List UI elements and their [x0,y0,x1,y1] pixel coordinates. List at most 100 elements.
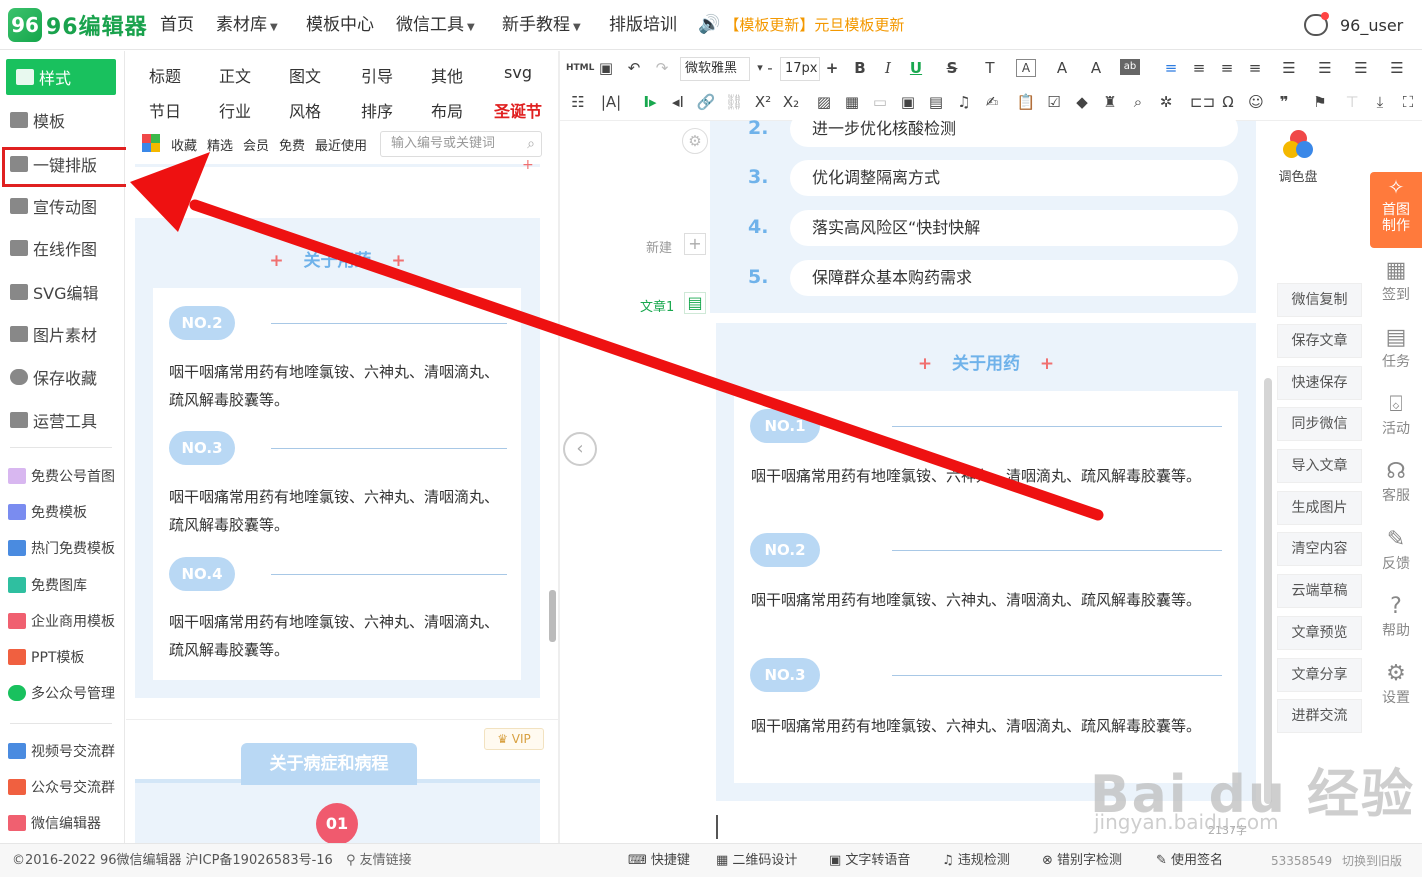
sidebar-item-svg[interactable]: SVG编辑 [0,274,125,310]
sidebar-link-multi-account[interactable]: 多公众号管理 [0,678,125,708]
list-icon[interactable]: ☰ [1386,57,1408,79]
gear-icon[interactable]: ⚙ [682,128,708,154]
underline-icon[interactable]: U [906,57,926,79]
italic-icon[interactable]: I [878,57,898,79]
sidebar-item-online-design[interactable]: 在线作图 [0,230,125,266]
activity-button[interactable]: ⌺ 活动 [1370,392,1422,438]
subtab-member[interactable]: 会员 [243,135,269,154]
emoji-icon[interactable]: ☺ [1246,91,1266,113]
paragraph-spacing-icon[interactable]: ☰ [1314,57,1336,79]
wechat-copy-button[interactable]: 微信复制 [1277,283,1362,317]
footer-qrcode[interactable]: ▦ 二维码设计 [716,844,797,877]
category-layout[interactable]: 布局 [412,98,482,122]
download-icon[interactable]: ⤓ [1370,91,1390,113]
align-center-icon[interactable]: ≡ [1188,57,1210,79]
sidebar-link-business[interactable]: 企业商用模板 [0,606,125,636]
strikethrough-icon[interactable]: S [942,57,962,79]
indent-icon[interactable]: ☰ [1350,57,1372,79]
font-family-select[interactable]: 微软雅黑 [680,57,750,81]
font-color-icon[interactable]: A [1052,57,1072,79]
letter-spacing-icon[interactable]: |A| [598,91,624,113]
category-festival[interactable]: 节日 [130,98,200,122]
align-justify-icon[interactable]: ≡ [1244,57,1266,79]
nav-training[interactable]: 排版培训 [609,0,677,50]
quote-icon[interactable]: ❞ [1274,91,1294,113]
align-top-icon[interactable]: ⊤ [1342,91,1362,113]
editor-scrollbar[interactable] [1264,378,1272,804]
font-increase-button[interactable]: + [822,57,842,79]
font-decrease-button[interactable]: - [762,57,778,79]
sidebar-group-video[interactable]: 视频号交流群 [0,736,125,766]
subtab-featured[interactable]: 精选 [207,135,233,154]
font-size-select[interactable]: 17px [780,57,820,81]
help-button[interactable]: ? 帮助 [1370,594,1422,640]
cloud-draft-button[interactable]: 云端草稿 [1277,574,1362,608]
sidebar-link-hot-template[interactable]: 热门免费模板 [0,533,125,563]
nav-wechat-tools[interactable]: 微信工具 ▼ [396,0,475,50]
format-brush-icon[interactable]: ♜ [1100,91,1120,113]
sidebar-group-official[interactable]: 公众号交流群 [0,772,125,802]
align-right-icon[interactable]: ≡ [1216,57,1238,79]
generate-image-button[interactable]: 生成图片 [1277,491,1362,525]
sidebar-item-template[interactable]: 模板 [0,102,125,138]
nav-templates[interactable]: 模板中心 [306,0,374,50]
message-icon[interactable] [1304,12,1329,36]
fullscreen-icon[interactable]: ⛶ [1398,91,1418,113]
subtab-favorites[interactable]: 收藏 [171,135,197,154]
sidebar-link-free-template[interactable]: 免费模板 [0,497,125,527]
align-left-icon[interactable]: ≡ [1160,57,1182,79]
undo-icon[interactable]: ↶ [622,57,646,79]
category-body[interactable]: 正文 [200,63,270,87]
subtab-recent[interactable]: 最近使用 [315,135,367,154]
friend-link[interactable]: ⚲ 友情链接 [346,844,412,877]
category-guide[interactable]: 引导 [342,63,412,87]
table-icon[interactable]: ▦ [842,91,862,113]
sidebar-item-favorites[interactable]: 保存收藏 [0,359,125,395]
editor-list-block[interactable]: 2. 进一步优化核酸检测 3. 优化调整隔离方式 4. 落实高风险区“快封快解 … [710,111,1256,313]
redo-icon[interactable]: ↷ [650,57,674,79]
line-height-icon[interactable]: ☰ [1278,57,1300,79]
sidebar-link-cover[interactable]: 免费公号首图 [0,461,125,491]
panel-scrollbar[interactable] [549,590,556,642]
search-input[interactable]: 输入编号或关键词 ⌕ [380,131,542,157]
template-card[interactable]: + 关于用药 + NO.2 咽干咽痛常用药有地喹氯铵、六神丸、清咽滴丸、疏风解毒… [135,218,540,698]
eraser-icon[interactable]: ◆ [1072,91,1092,113]
service-button[interactable]: ☊ 客服 [1370,459,1422,505]
sidebar-link-ppt[interactable]: PPT模板 [0,642,125,672]
task-button[interactable]: ▤ 任务 [1370,325,1422,371]
new-article-button[interactable]: + [684,233,706,255]
flag-icon[interactable]: ⚑ [1310,91,1330,113]
paste-icon[interactable]: 📋 [1016,91,1036,113]
sidebar-item-images[interactable]: 图片素材 [0,316,125,352]
unlink-icon[interactable]: ⛓ [724,91,744,113]
category-style[interactable]: 风格 [270,98,340,122]
article-icon[interactable]: ▤ [684,292,706,314]
superscript-icon[interactable]: X² [752,91,774,113]
palette-button[interactable]: 调色盘 [1276,130,1320,185]
article-preview-button[interactable]: 文章预览 [1277,616,1362,650]
horizontal-rule-icon[interactable]: ⊏⊐ [1190,91,1215,113]
sidebar-item-style[interactable]: 样式 [6,59,116,95]
search-replace-icon[interactable]: ⌕ [1128,91,1148,113]
outdent-icon[interactable]: ◂I [668,91,688,113]
feedback-button[interactable]: ✎ 反馈 [1370,527,1422,573]
subscript-icon[interactable]: X₂ [780,91,802,113]
save-article-button[interactable]: 保存文章 [1277,324,1362,358]
cover-design-button[interactable]: ✧ 首图制作 [1370,172,1422,248]
collapse-left-icon[interactable]: ‹ [563,432,597,466]
search-icon[interactable]: ⌕ [527,132,535,156]
sidebar-link-gallery[interactable]: 免费图库 [0,570,125,600]
update-notice[interactable]: 🔊 【模板更新】元旦模板更新 [698,0,904,50]
picture-icon[interactable]: ▣ [898,91,918,113]
quick-save-button[interactable]: 快速保存 [1277,366,1362,400]
text-format-icon[interactable]: T [980,57,1000,79]
sidebar-group-editor[interactable]: 微信编辑器 [0,808,125,838]
bold-icon[interactable]: B [850,57,870,79]
first-indent-icon[interactable]: I▸ [640,91,660,113]
sidebar-item-gif[interactable]: 宣传动图 [0,188,125,224]
user-area[interactable]: 96_user [1304,12,1403,38]
footer-shortcut[interactable]: ⌨ 快捷键 [628,844,690,877]
logo[interactable]: 96 96编辑器 [8,8,148,42]
signature-icon[interactable]: ✍ [982,91,1002,113]
text-border-icon[interactable]: A [1016,59,1036,77]
